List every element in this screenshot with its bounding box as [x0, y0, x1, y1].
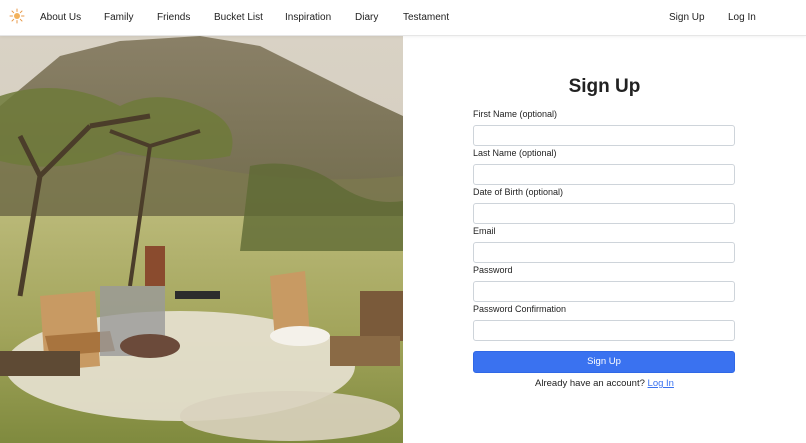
- sun-icon[interactable]: [9, 8, 25, 24]
- email-label: Email: [473, 226, 496, 236]
- nav-family[interactable]: Family: [104, 12, 133, 23]
- nav-about-us[interactable]: About Us: [40, 12, 81, 23]
- nav-sign-up[interactable]: Sign Up: [669, 12, 705, 23]
- password-confirmation-label: Password Confirmation: [473, 304, 567, 314]
- nav-inspiration[interactable]: Inspiration: [285, 12, 331, 23]
- last-name-input[interactable]: [473, 164, 735, 185]
- sign-up-button[interactable]: Sign Up: [473, 351, 735, 373]
- date-of-birth-input[interactable]: [473, 203, 735, 224]
- have-account-text: Already have an account?: [535, 378, 645, 389]
- last-name-label: Last Name (optional): [473, 148, 557, 158]
- nav-testament[interactable]: Testament: [403, 12, 449, 23]
- date-of-birth-label: Date of Birth (optional): [473, 187, 564, 197]
- hero-image: [0, 36, 403, 443]
- signup-panel: Sign Up First Name (optional) Last Name …: [403, 36, 806, 443]
- login-link[interactable]: Log In: [648, 378, 674, 389]
- first-name-label: First Name (optional): [473, 109, 558, 119]
- password-label: Password: [473, 265, 513, 275]
- login-prompt: Already have an account? Log In: [403, 378, 806, 389]
- password-input[interactable]: [473, 281, 735, 302]
- nav-friends[interactable]: Friends: [157, 12, 190, 23]
- email-input[interactable]: [473, 242, 735, 263]
- top-navbar: About Us Family Friends Bucket List Insp…: [0, 0, 806, 36]
- nav-log-in[interactable]: Log In: [728, 12, 756, 23]
- first-name-input[interactable]: [473, 125, 735, 146]
- page-title: Sign Up: [568, 76, 641, 97]
- nav-diary[interactable]: Diary: [355, 12, 378, 23]
- password-confirmation-input[interactable]: [473, 320, 735, 341]
- nav-bucket-list[interactable]: Bucket List: [214, 12, 263, 23]
- picnic-meadow-illustration: [0, 36, 403, 443]
